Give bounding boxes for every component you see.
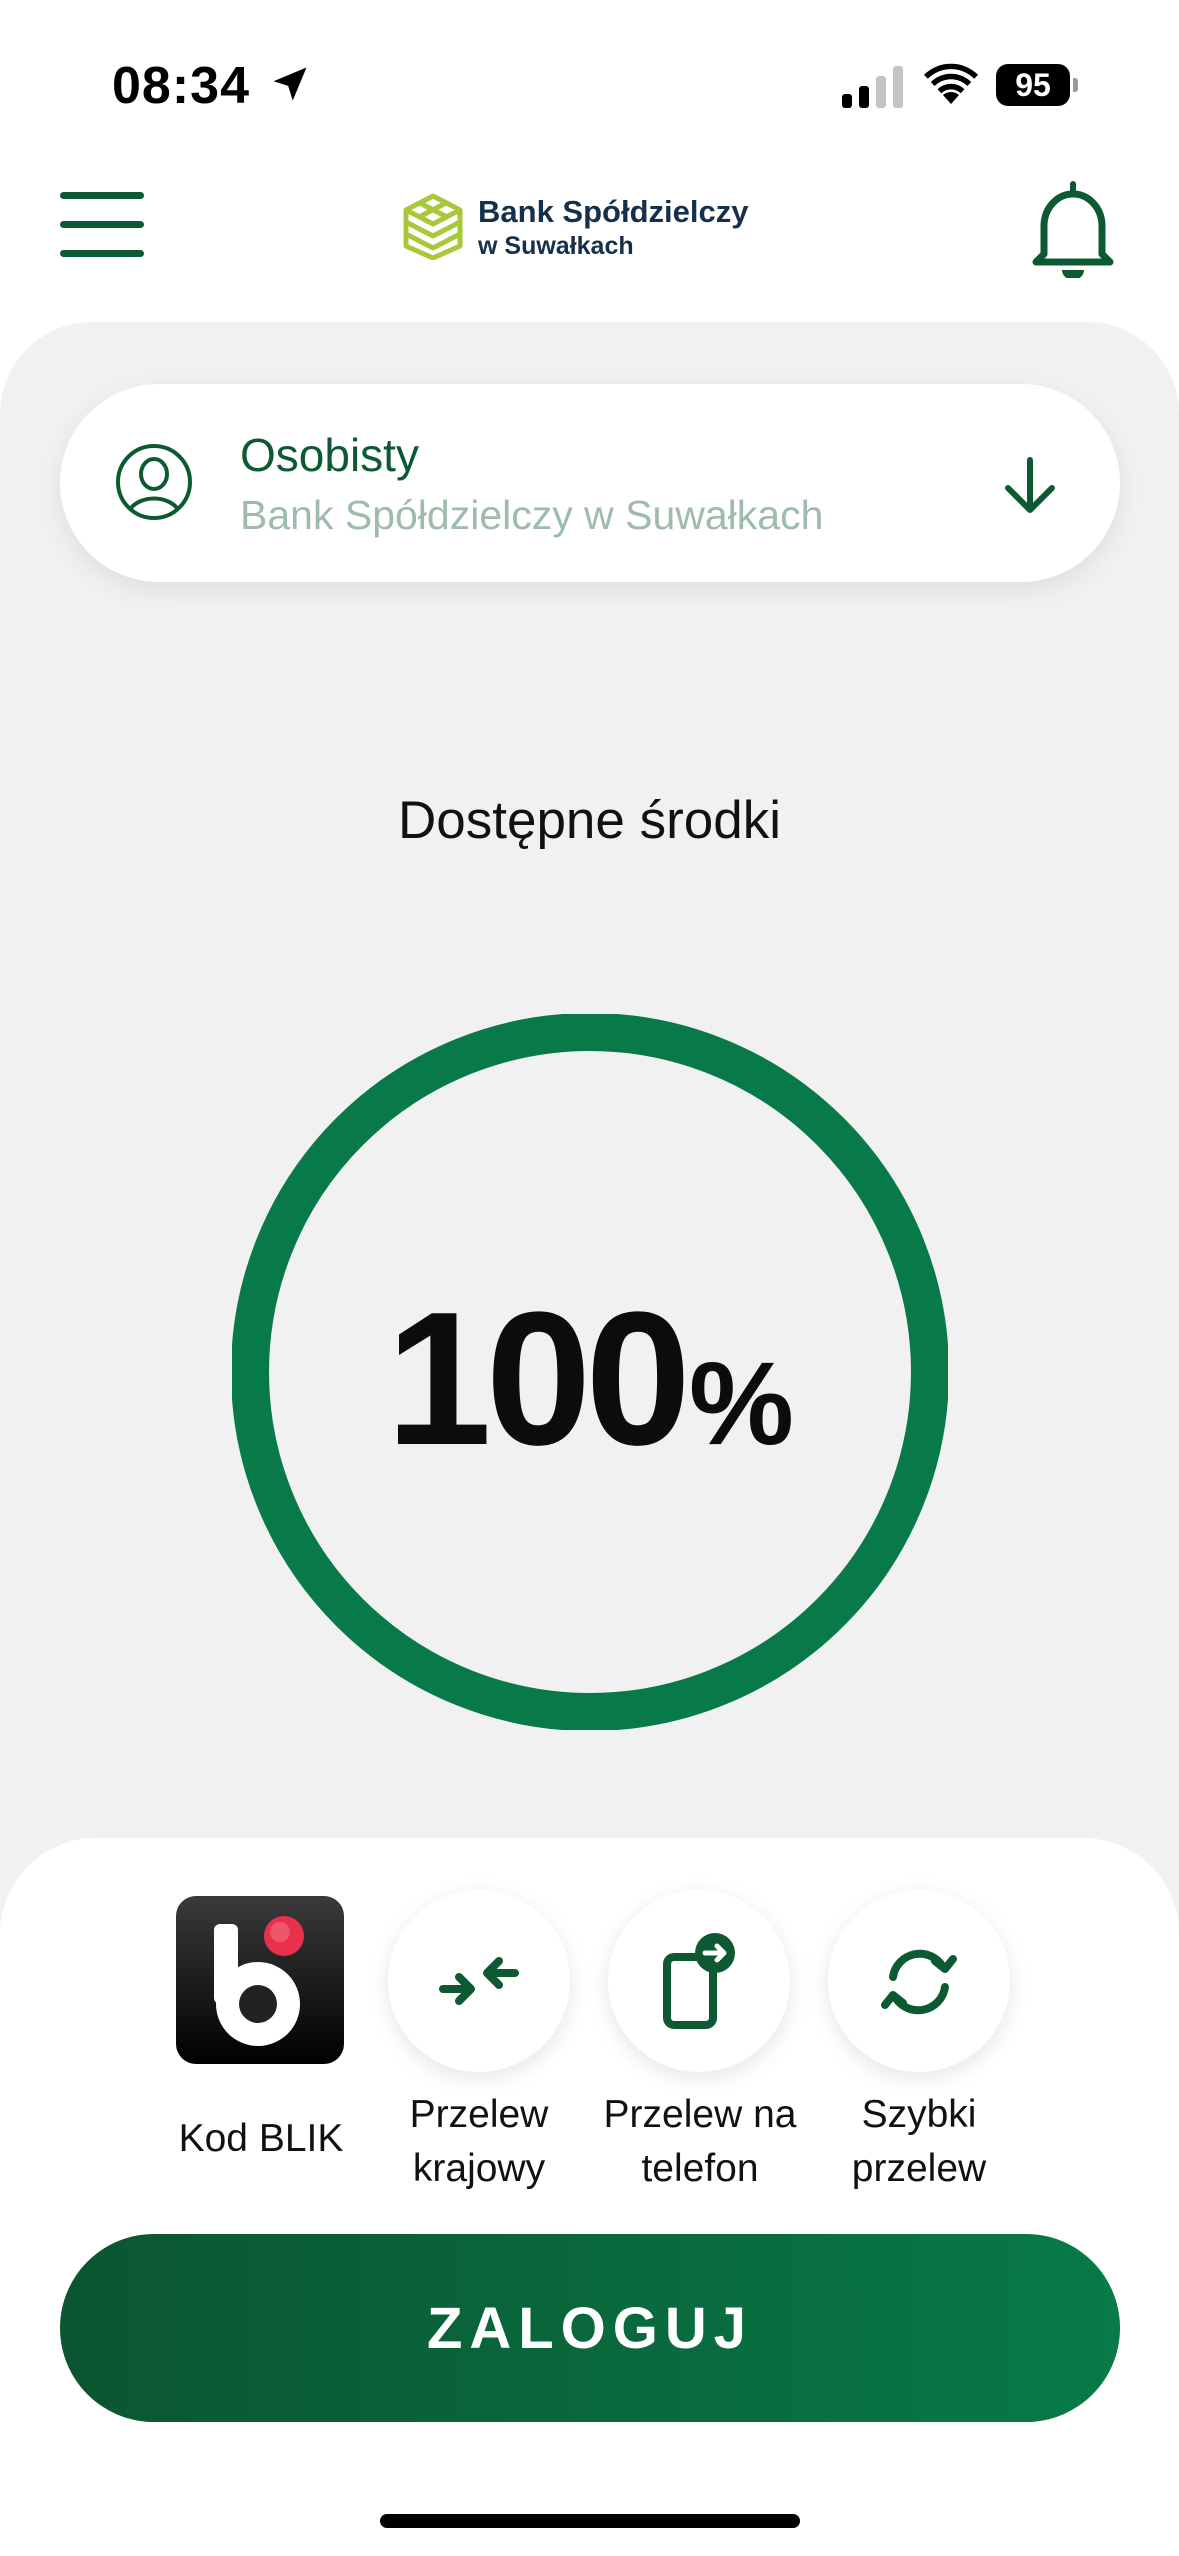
quick-transfer-button[interactable]	[828, 1890, 1010, 2072]
action-label-phone[interactable]: Przelew na telefon	[580, 2088, 820, 2196]
action-label-blik[interactable]: Kod BLIK	[156, 2112, 366, 2166]
battery-cap	[1073, 78, 1078, 92]
status-time: 08:34	[112, 57, 250, 115]
account-selector[interactable]: Osobisty Bank Spółdzielczy w Suwałkach	[60, 384, 1120, 582]
bank-logo-icon	[403, 193, 463, 260]
bell-icon[interactable]	[1030, 178, 1116, 278]
logo-name: Bank Spółdzielczy	[478, 194, 749, 229]
app-screen: 08:34 95 Bank Spółdzielczy w Suwałkach O…	[0, 0, 1179, 2556]
gauge-percent-sign: %	[689, 1338, 794, 1470]
arrow-down-icon[interactable]	[990, 446, 1070, 526]
refresh-icon	[881, 1949, 957, 2015]
arrows-inward-icon	[439, 1957, 519, 2005]
login-button[interactable]: ZALOGUJ	[60, 2234, 1120, 2422]
location-arrow-icon	[273, 67, 307, 101]
account-name: Osobisty	[240, 429, 419, 481]
gauge-percent-value: 100	[386, 1273, 685, 1485]
available-funds-gauge: 100%	[232, 1014, 948, 1730]
bank-logo: Bank Spółdzielczy w Suwałkach	[400, 190, 800, 262]
battery-indicator: 95	[996, 64, 1078, 106]
cellular-signal-icon	[842, 66, 903, 108]
action-label-domestic[interactable]: Przelew krajowy	[368, 2088, 590, 2196]
available-funds-label: Dostępne środki	[398, 791, 781, 850]
logo-sub: w Suwałkach	[478, 232, 634, 260]
wifi-icon	[924, 63, 978, 104]
action-label-quick[interactable]: Szybki przelew	[808, 2088, 1030, 2196]
hamburger-menu-icon[interactable]	[60, 192, 144, 258]
account-bank: Bank Spółdzielczy w Suwałkach	[240, 492, 824, 538]
blik-icon[interactable]	[176, 1896, 344, 2064]
battery-level: 95	[996, 64, 1070, 106]
home-indicator	[380, 2514, 800, 2528]
domestic-transfer-button[interactable]	[388, 1890, 570, 2072]
blik-logo	[214, 1916, 304, 2046]
gauge-percent: 100%	[386, 1273, 794, 1485]
phone-transfer-icon	[663, 1933, 735, 2029]
phone-transfer-button[interactable]	[608, 1890, 790, 2072]
user-icon	[116, 444, 192, 520]
